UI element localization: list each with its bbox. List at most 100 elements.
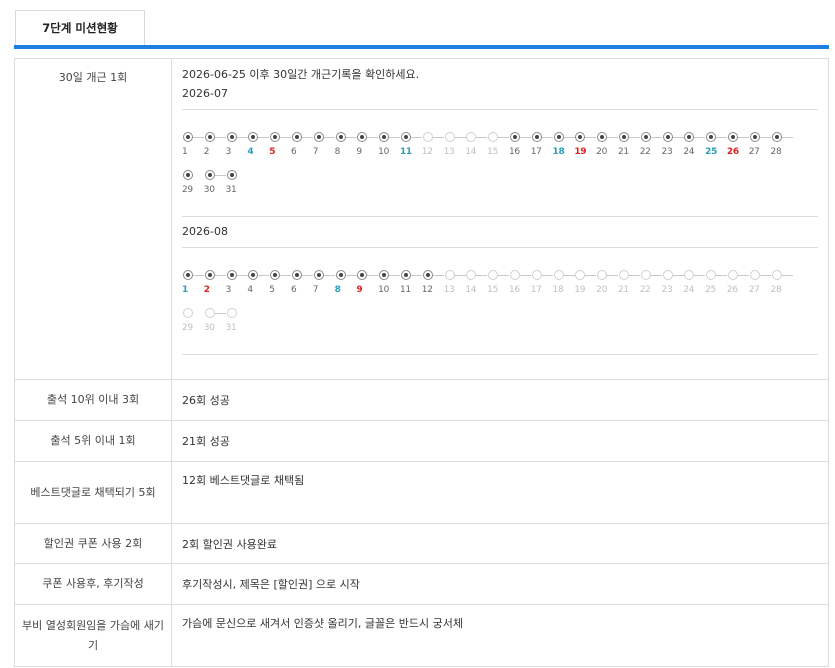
day-connector xyxy=(236,137,248,138)
day-connector xyxy=(781,275,793,276)
day-connector xyxy=(367,275,379,276)
calendar-day: 10 xyxy=(378,270,401,308)
day-number: 19 xyxy=(574,147,587,157)
checked-circle-icon xyxy=(749,132,760,142)
calendar-day: 29 xyxy=(182,170,204,208)
day-connector xyxy=(214,137,226,138)
calendar-day: 30 xyxy=(204,308,226,346)
day-number: 28 xyxy=(770,147,782,157)
day-number: 16 xyxy=(508,147,520,157)
empty-circle-icon xyxy=(466,270,477,280)
day-connector xyxy=(759,275,771,276)
mission-row: 부비 열성회원임을 가슴에 새기기 가슴에 문신으로 새겨서 인증샷 올리기, … xyxy=(14,604,829,667)
checked-circle-icon xyxy=(335,270,346,280)
day-connector xyxy=(236,275,248,276)
calendar-day: 18 xyxy=(553,132,575,170)
empty-circle-icon xyxy=(749,270,760,280)
empty-circle-icon xyxy=(771,270,782,280)
checked-circle-icon xyxy=(204,270,215,280)
day-connector xyxy=(410,137,422,138)
day-connector xyxy=(737,137,749,138)
month-bottom-divider xyxy=(182,216,818,217)
mission-table: 30일 개근 1회 2026-06-25 이후 30일간 개근기록을 확인하세요… xyxy=(14,58,829,667)
day-connector xyxy=(214,313,226,314)
mission-value: 21회 성공 xyxy=(171,420,829,462)
empty-circle-icon xyxy=(444,132,455,142)
empty-circle-icon xyxy=(488,270,499,280)
calendar-day: 28 xyxy=(771,270,793,308)
checked-circle-icon xyxy=(291,270,302,280)
month-bottom-divider xyxy=(182,354,818,355)
empty-circle-icon xyxy=(531,270,542,280)
checked-circle-icon xyxy=(183,270,193,280)
checked-circle-icon xyxy=(553,132,564,142)
day-connector xyxy=(519,137,531,138)
day-number: 19 xyxy=(574,285,586,295)
calendar-day: 6 xyxy=(291,132,313,170)
day-number: 23 xyxy=(661,147,673,157)
calendar-day: 29 xyxy=(182,308,204,346)
day-connector xyxy=(410,275,422,276)
checked-circle-icon xyxy=(226,270,237,280)
mission-label: 출석 10위 이내 3회 xyxy=(14,379,172,421)
calendar-day: 14 xyxy=(465,270,488,308)
day-connector xyxy=(607,275,619,276)
day-connector xyxy=(672,137,684,138)
mission-label: 30일 개근 1회 xyxy=(14,58,172,380)
mission-row: 베스트댓글로 채택되기 5회 12회 베스트댓글로 채택됨 xyxy=(14,461,829,524)
day-number: 29 xyxy=(182,185,193,195)
mission-label: 쿠폰 사용후, 후기작성 xyxy=(14,563,172,605)
calendar-day: 17 xyxy=(531,132,553,170)
calendar-day: 25 xyxy=(705,132,728,170)
day-number: 28 xyxy=(770,285,782,295)
mission-value: 26회 성공 xyxy=(171,379,829,421)
day-number: 15 xyxy=(487,285,499,295)
tab-mission-status[interactable]: 7단계 미션현황 xyxy=(15,10,145,46)
checked-circle-icon xyxy=(204,170,215,180)
day-connector xyxy=(301,137,313,138)
day-number: 2 xyxy=(203,285,210,295)
day-number: 13 xyxy=(443,147,455,157)
day-number: 18 xyxy=(552,147,565,157)
calendar-day: 8 xyxy=(335,270,357,308)
day-number: 21 xyxy=(617,285,629,295)
empty-circle-icon xyxy=(597,270,608,280)
calendar-day: 28 xyxy=(771,132,793,170)
day-connector xyxy=(193,137,204,138)
empty-circle-icon xyxy=(466,132,477,142)
mission-row-attendance: 30일 개근 1회 2026-06-25 이후 30일간 개근기록을 확인하세요… xyxy=(14,58,829,380)
day-connector xyxy=(389,137,401,138)
day-number: 5 xyxy=(269,285,275,295)
day-connector xyxy=(214,275,226,276)
calendar-day: 11 xyxy=(400,132,422,170)
day-connector xyxy=(607,137,619,138)
day-number: 24 xyxy=(683,285,695,295)
checked-circle-icon xyxy=(662,132,673,142)
attendance-calendar: 2026-06-25 이후 30일간 개근기록을 확인하세요. 2026-07 1… xyxy=(171,58,829,380)
day-number: 31 xyxy=(225,323,237,333)
mission-value: 12회 베스트댓글로 채택됨 xyxy=(171,461,829,524)
day-number: 30 xyxy=(203,323,215,333)
mission-label: 부비 열성회원임을 가슴에 새기기 xyxy=(14,604,172,667)
checked-circle-icon xyxy=(618,132,629,142)
day-connector xyxy=(214,175,226,176)
empty-circle-icon xyxy=(444,270,455,280)
attendance-months: 2026-07 1 2 3 4 5 6 7 8 9 10 11 12 13 14 15 16 17 18 19 20 21… xyxy=(182,87,818,355)
calendar-day: 8 xyxy=(335,132,357,170)
day-connector xyxy=(280,137,292,138)
calendar-day: 17 xyxy=(531,270,553,308)
day-connector xyxy=(737,275,749,276)
day-connector xyxy=(258,137,270,138)
day-number: 22 xyxy=(639,285,651,295)
calendar-day: 4 xyxy=(247,132,270,170)
checked-circle-icon xyxy=(575,132,586,142)
day-number: 4 xyxy=(247,285,253,295)
day-connector xyxy=(476,137,488,138)
day-number: 7 xyxy=(312,147,319,157)
checked-circle-icon xyxy=(313,132,324,142)
day-connector xyxy=(367,137,379,138)
calendar-day: 4 xyxy=(247,270,270,308)
day-number: 22 xyxy=(639,147,651,157)
calendar-day: 7 xyxy=(313,132,335,170)
day-number: 17 xyxy=(530,285,542,295)
